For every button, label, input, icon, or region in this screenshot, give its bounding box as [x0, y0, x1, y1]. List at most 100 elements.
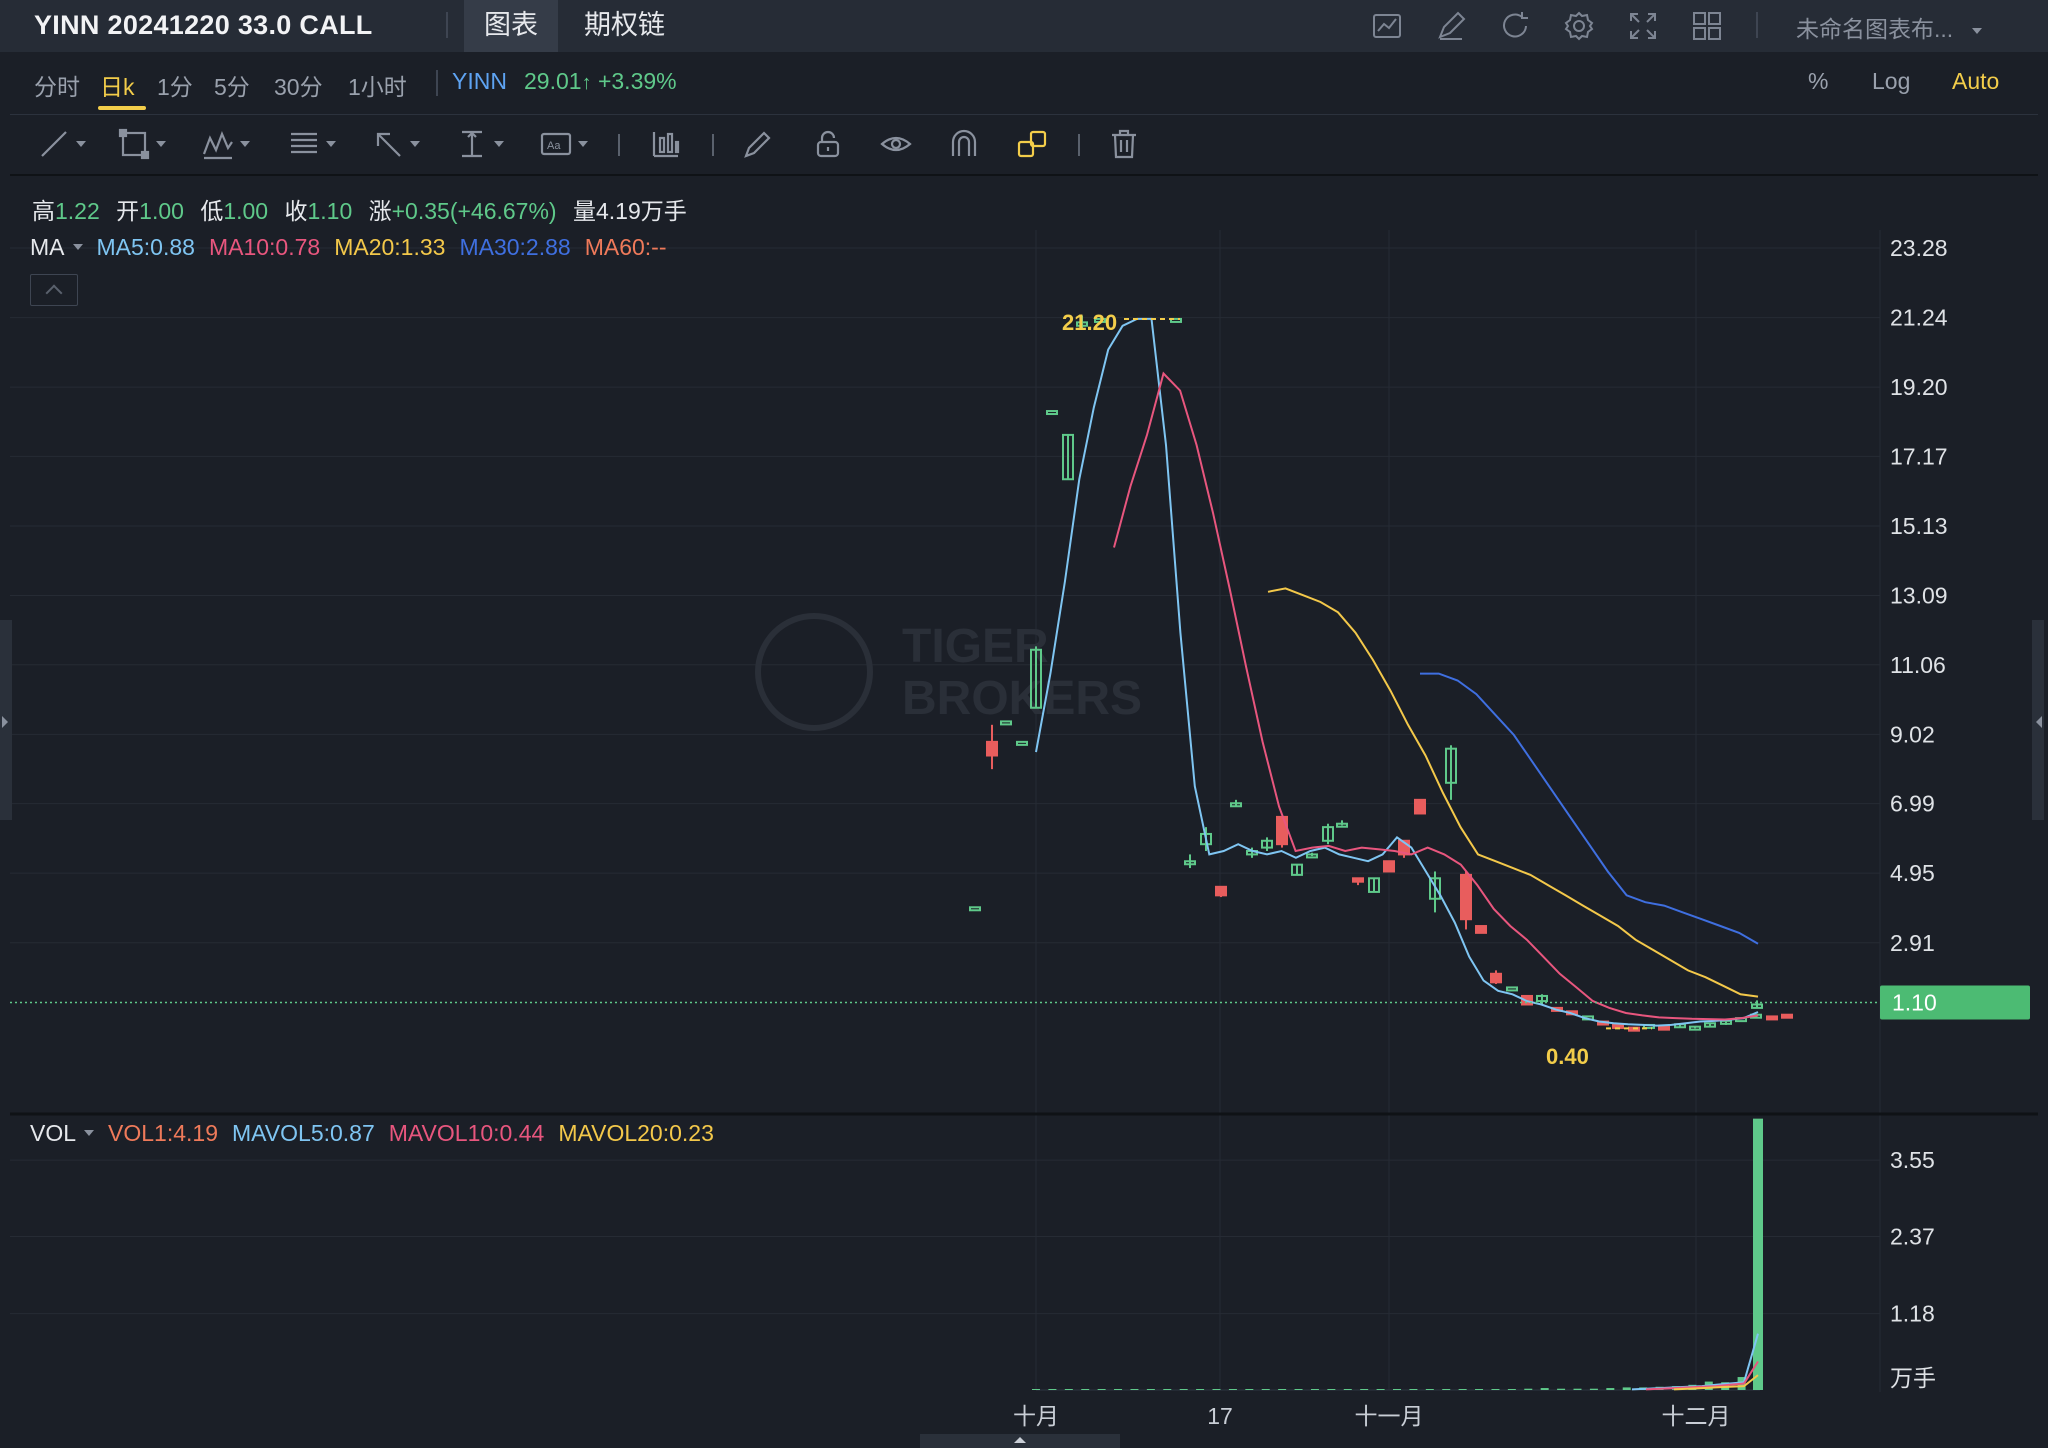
ma-line-ma20 — [1267, 587, 1759, 998]
y-tick-label: 15.13 — [1890, 513, 1948, 539]
ma-legend-item-1: MA10:0.78 — [208, 234, 321, 260]
vol-unit-label: 万手 — [1890, 1365, 1936, 1391]
candle-body — [1490, 972, 1502, 984]
y-tick-label: 13.09 — [1890, 583, 1948, 609]
volume-bar — [1032, 1389, 1040, 1390]
volume-bar — [1425, 1389, 1434, 1390]
volume-bar — [1507, 1389, 1516, 1390]
candle-body — [1414, 798, 1426, 815]
volume-bar — [1360, 1389, 1369, 1390]
y-tick-label: 4.95 — [1890, 860, 1935, 886]
vol-name: VOL — [30, 1120, 77, 1146]
volume-bar — [1589, 1388, 1598, 1390]
volume-bar — [1573, 1388, 1582, 1390]
volume-bar — [1540, 1388, 1549, 1390]
vol-legend-item-1: MAVOL5:0.87 — [232, 1120, 375, 1146]
y-tick-label: 21.24 — [1890, 305, 1948, 331]
volume-bar — [1491, 1389, 1500, 1390]
volume-bar — [1278, 1389, 1287, 1390]
x-tick-label: 17 — [1207, 1403, 1233, 1429]
candle-body — [1276, 815, 1288, 846]
candle-body — [1475, 925, 1487, 934]
volume-bar — [1294, 1389, 1303, 1390]
y-tick-label: 17.17 — [1890, 443, 1948, 469]
watermark-text: BROKERS — [902, 672, 1142, 725]
candle-body — [1046, 410, 1058, 416]
y-tick-label: 9.02 — [1890, 721, 1935, 747]
candle-body — [1460, 873, 1472, 921]
volume-bar — [1114, 1389, 1123, 1390]
ma-legend-item-0: MA5:0.88 — [96, 234, 195, 260]
volume-bar — [1343, 1389, 1352, 1390]
high-marker-label: 21.20 — [1062, 310, 1117, 335]
volume-bar — [1179, 1389, 1188, 1390]
last-price-label: 1.10 — [1892, 989, 1937, 1015]
watermark-logo — [755, 613, 873, 731]
volume-bar — [1245, 1389, 1254, 1390]
collapse-legend-button[interactable] — [30, 274, 78, 306]
ma-line-ma5 — [1035, 317, 1759, 1027]
price-chart[interactable]: 23.28 21.24 19.20 17.17 15.13 13.09 11.06 9.02 6… — [0, 0, 2048, 1448]
watermark-text: TIGER — [902, 620, 1049, 673]
volume-bar — [1376, 1389, 1385, 1390]
x-tick-label: 十月 — [1013, 1403, 1059, 1429]
candle-body — [969, 906, 981, 912]
bottom-panel-handle[interactable] — [920, 1434, 1120, 1448]
volume-bar — [1261, 1389, 1270, 1390]
volume-bar — [1097, 1389, 1106, 1390]
volume-bar — [1475, 1389, 1484, 1390]
candle-body — [1781, 1013, 1793, 1019]
candle-body — [1383, 860, 1395, 873]
ma-legend-item-2: MA20:1.33 — [334, 234, 446, 260]
volume-bar — [1130, 1389, 1139, 1390]
volume-bar — [1081, 1389, 1090, 1390]
volume-bar — [1212, 1389, 1221, 1390]
vol-legend: VOL VOL1:4.19 MAVOL5:0.87 MAVOL10:0.44 MAVOL… — [30, 1120, 742, 1147]
volume-bar — [1327, 1389, 1336, 1390]
volume-bar — [1557, 1388, 1566, 1390]
volume-bar — [1393, 1389, 1401, 1390]
vol-y-tick-label: 3.55 — [1890, 1147, 1935, 1173]
low-marker-label: 0.40 — [1546, 1044, 1589, 1069]
volume-bar — [1146, 1389, 1155, 1390]
x-tick-label: 十二月 — [1662, 1403, 1731, 1429]
volume-bar — [1409, 1389, 1418, 1390]
volume-bar — [1064, 1389, 1073, 1390]
y-tick-label: 2.91 — [1890, 930, 1935, 956]
vol-indicator-selector[interactable]: VOL — [30, 1120, 108, 1146]
volume-bar — [1458, 1389, 1467, 1390]
y-tick-label: 19.20 — [1890, 374, 1948, 400]
ma-name: MA — [30, 234, 65, 260]
volume-bar — [1048, 1389, 1057, 1390]
candle-body — [1766, 1015, 1778, 1021]
volume-bar — [1606, 1388, 1615, 1390]
ma-indicator-selector[interactable]: MA — [30, 234, 97, 260]
ma-legend: MA MA5:0.88 MA10:0.78 MA20:1.33 MA30:2.88 MA6… — [30, 234, 695, 261]
candle-body — [1506, 986, 1518, 992]
ma-line-ma10 — [1113, 371, 1759, 1021]
vol-legend-item-3: MAVOL20:0.23 — [558, 1120, 714, 1146]
vol-y-tick-label: 1.18 — [1890, 1301, 1935, 1327]
x-tick-label: 十一月 — [1355, 1403, 1424, 1429]
volume-bar — [1196, 1389, 1205, 1390]
volume-bar — [1524, 1388, 1533, 1390]
chevron-down-icon — [84, 1130, 95, 1137]
vol-y-tick-label: 2.37 — [1890, 1224, 1935, 1250]
vol-legend-item-2: MAVOL10:0.44 — [388, 1120, 545, 1146]
candle-body — [1215, 885, 1227, 897]
volume-bar — [1163, 1389, 1172, 1390]
y-tick-label: 23.28 — [1890, 235, 1948, 261]
candle-body — [1658, 1025, 1670, 1031]
chevron-down-icon — [72, 244, 83, 251]
ma-legend-item-4: MA60:-- — [584, 234, 667, 260]
y-tick-label: 6.99 — [1890, 791, 1935, 817]
volume-bar — [1228, 1389, 1237, 1390]
vol-legend-item-0: VOL1:4.19 — [108, 1120, 218, 1146]
candle-body — [1016, 740, 1028, 746]
right-panel-handle[interactable] — [2032, 620, 2044, 820]
candle-body — [986, 740, 998, 757]
left-panel-handle[interactable] — [0, 620, 12, 820]
candle-body — [1352, 877, 1364, 883]
volume-bar — [1310, 1389, 1319, 1390]
volume-bar — [1442, 1389, 1451, 1390]
